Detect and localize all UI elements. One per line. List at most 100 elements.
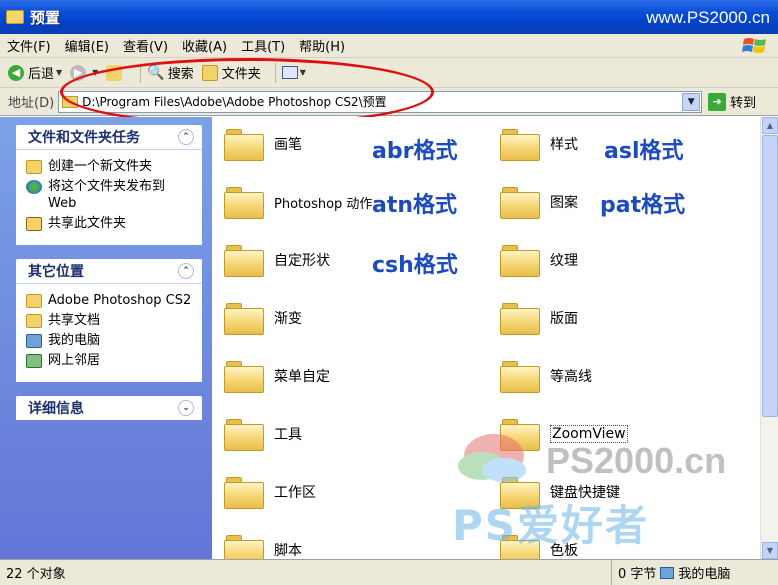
menu-view[interactable]: 查看(V) bbox=[116, 36, 175, 55]
up-folder-button[interactable] bbox=[106, 64, 126, 81]
menu-bar: 文件(F) 编辑(E) 查看(V) 收藏(A) 工具(T) 帮助(H) bbox=[0, 34, 778, 58]
task-publish-web[interactable]: 将这个文件夹发布到 Web bbox=[26, 178, 192, 212]
folder-icon bbox=[224, 185, 264, 219]
folder-patterns[interactable]: 图案 bbox=[500, 185, 578, 219]
collapse-icon[interactable]: ⌃ bbox=[178, 129, 194, 145]
share-folder-icon bbox=[26, 217, 42, 231]
place-network[interactable]: 网上邻居 bbox=[26, 352, 192, 369]
window-title: 预置 bbox=[30, 8, 61, 27]
task-share-folder[interactable]: 共享此文件夹 bbox=[26, 215, 192, 232]
folder-label: 画笔 bbox=[274, 137, 302, 153]
place-photoshop[interactable]: Adobe Photoshop CS2 bbox=[26, 292, 192, 309]
go-button[interactable]: ➔ 转到 bbox=[708, 92, 756, 111]
scroll-thumb[interactable] bbox=[762, 135, 778, 417]
folders-button[interactable]: 文件夹 bbox=[201, 63, 261, 82]
places-panel-title: 其它位置 bbox=[28, 264, 84, 280]
annotation-abr: abr格式 bbox=[372, 139, 458, 164]
status-objects: 22 个对象 bbox=[0, 560, 612, 585]
expand-icon[interactable]: ⌄ bbox=[178, 400, 194, 416]
toolbar-separator bbox=[274, 62, 276, 83]
collapse-icon[interactable]: ⌃ bbox=[178, 263, 194, 279]
menu-tools[interactable]: 工具(T) bbox=[234, 36, 292, 55]
folder-contours[interactable]: 等高线 bbox=[500, 359, 592, 393]
folder-icon bbox=[26, 294, 42, 308]
folder-brushes[interactable]: 画笔 bbox=[224, 127, 302, 161]
folder-swatches[interactable]: 色板 bbox=[500, 533, 578, 559]
address-path[interactable]: D:\Program Files\Adobe\Adobe Photoshop C… bbox=[82, 93, 386, 110]
task-label: 将这个文件夹发布到 Web bbox=[48, 179, 166, 211]
tasks-panel-title: 文件和文件夹任务 bbox=[28, 130, 140, 146]
folder-icon bbox=[500, 185, 540, 219]
folder-custom-shapes[interactable]: 自定形状 bbox=[224, 243, 330, 277]
folder-scripts[interactable]: 脚本 bbox=[224, 533, 302, 559]
annotation-atn: atn格式 bbox=[372, 193, 458, 218]
folder-textures[interactable]: 纹理 bbox=[500, 243, 578, 277]
address-bar: 地址(D) D:\Program Files\Adobe\Adobe Photo… bbox=[0, 88, 778, 116]
scroll-down-icon[interactable]: ▼ bbox=[762, 542, 778, 559]
forward-button[interactable]: ▶ ▼ bbox=[70, 64, 98, 81]
folder-styles[interactable]: 样式 bbox=[500, 127, 578, 161]
vertical-scrollbar[interactable]: ▲ ▼ bbox=[760, 117, 778, 559]
scroll-up-icon[interactable]: ▲ bbox=[762, 117, 778, 134]
address-input[interactable]: D:\Program Files\Adobe\Adobe Photoshop C… bbox=[58, 90, 703, 113]
search-label: 搜索 bbox=[167, 67, 194, 82]
folder-tools[interactable]: 工具 bbox=[224, 417, 302, 451]
folder-keyboard-shortcuts[interactable]: 键盘快捷键 bbox=[500, 475, 620, 509]
status-size: 0 字节 bbox=[618, 567, 657, 582]
status-bar: 22 个对象 0 字节 我的电脑 bbox=[0, 559, 778, 585]
back-dropdown-icon[interactable]: ▼ bbox=[56, 68, 62, 77]
places-panel-header[interactable]: 其它位置 ⌃ bbox=[16, 259, 202, 283]
place-label: 我的电脑 bbox=[48, 333, 101, 348]
folder-zoomview[interactable]: ZoomView bbox=[500, 417, 628, 451]
computer-icon bbox=[26, 334, 42, 348]
menu-file[interactable]: 文件(F) bbox=[0, 36, 58, 55]
folder-icon bbox=[500, 475, 540, 509]
folder-label: 图案 bbox=[550, 195, 578, 211]
title-bar: 预置 www.PS2000.cn bbox=[0, 0, 778, 34]
task-new-folder[interactable]: 创建一个新文件夹 bbox=[26, 158, 192, 175]
folder-icon bbox=[224, 359, 264, 393]
folder-workspace[interactable]: 工作区 bbox=[224, 475, 316, 509]
folder-label: 工作区 bbox=[274, 485, 316, 501]
folder-layouts[interactable]: 版面 bbox=[500, 301, 578, 335]
folder-menu-custom[interactable]: 菜单自定 bbox=[224, 359, 330, 393]
folder-actions[interactable]: Photoshop 动作 bbox=[224, 185, 372, 219]
task-pane: 文件和文件夹任务 ⌃ 创建一个新文件夹 将这个文件夹发布到 Web 共享此文件夹… bbox=[0, 117, 212, 559]
menu-favorites[interactable]: 收藏(A) bbox=[175, 36, 234, 55]
file-list: 画笔 Photoshop 动作 自定形状 渐变 菜单自定 工具 工作区 脚本 样… bbox=[212, 117, 760, 559]
folder-icon bbox=[224, 417, 264, 451]
folder-icon bbox=[224, 301, 264, 335]
address-dropdown-icon[interactable]: ▼ bbox=[682, 92, 701, 111]
place-my-computer[interactable]: 我的电脑 bbox=[26, 332, 192, 349]
tasks-panel-header[interactable]: 文件和文件夹任务 ⌃ bbox=[16, 125, 202, 149]
folder-label: ZoomView bbox=[550, 425, 628, 443]
folder-gradients[interactable]: 渐变 bbox=[224, 301, 302, 335]
folder-icon bbox=[500, 359, 540, 393]
details-panel: 详细信息 ⌄ bbox=[16, 396, 202, 420]
folder-label: Photoshop 动作 bbox=[274, 196, 373, 212]
folder-label: 键盘快捷键 bbox=[550, 485, 620, 501]
tasks-panel: 文件和文件夹任务 ⌃ 创建一个新文件夹 将这个文件夹发布到 Web 共享此文件夹 bbox=[16, 125, 202, 245]
annotation-pat: pat格式 bbox=[600, 193, 686, 218]
place-shared-docs[interactable]: 共享文档 bbox=[26, 312, 192, 329]
folder-icon bbox=[62, 95, 79, 108]
status-size-area: 0 字节 我的电脑 bbox=[612, 563, 730, 582]
forward-dropdown-icon[interactable]: ▼ bbox=[92, 68, 98, 77]
folder-label: 渐变 bbox=[274, 311, 302, 327]
views-button[interactable]: ▼ bbox=[281, 66, 306, 79]
back-button[interactable]: ◀ 后退 ▼ bbox=[8, 63, 62, 82]
back-label: 后退 bbox=[28, 67, 55, 82]
folder-label: 样式 bbox=[550, 137, 578, 153]
menu-help[interactable]: 帮助(H) bbox=[292, 36, 352, 55]
network-icon bbox=[26, 354, 42, 368]
details-panel-header[interactable]: 详细信息 ⌄ bbox=[16, 396, 202, 420]
search-button[interactable]: 🔍 搜索 bbox=[147, 63, 194, 83]
task-label: 共享此文件夹 bbox=[48, 216, 127, 231]
views-dropdown-icon[interactable]: ▼ bbox=[300, 68, 306, 77]
folder-icon bbox=[224, 475, 264, 509]
menu-edit[interactable]: 编辑(E) bbox=[58, 36, 116, 55]
folder-icon bbox=[26, 314, 42, 328]
windows-logo-icon bbox=[742, 38, 766, 53]
views-icon bbox=[281, 66, 298, 79]
back-arrow-icon: ◀ bbox=[8, 64, 24, 81]
